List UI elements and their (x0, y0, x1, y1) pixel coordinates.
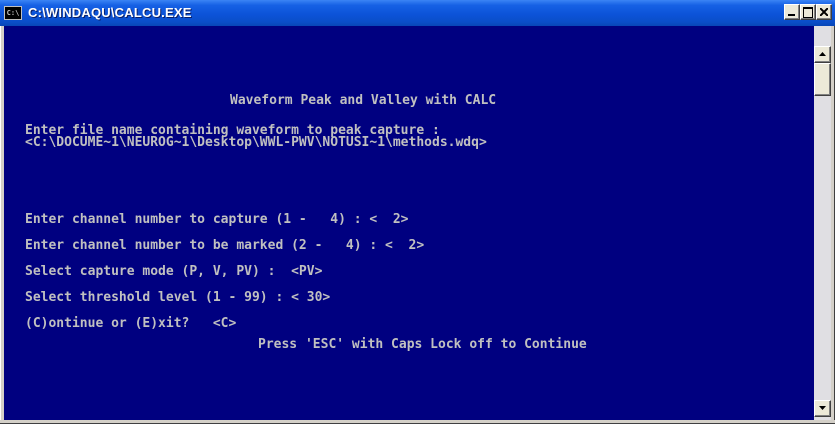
minimize-button[interactable] (784, 4, 800, 20)
threshold-level-prompt: Select threshold level (1 - 99) : < 30> (25, 290, 331, 305)
scroll-up-button[interactable] (814, 46, 831, 63)
arrow-down-icon (819, 406, 826, 410)
maximize-icon (803, 7, 813, 18)
esc-continue-hint: Press 'ESC' with Caps Lock off to Contin… (258, 337, 587, 352)
capture-channel-prompt: Enter channel number to capture (1 - 4) … (25, 212, 409, 227)
console-output[interactable]: Waveform Peak and Valley with CALC Enter… (4, 26, 814, 420)
arrow-up-icon (819, 52, 826, 56)
scroll-thumb[interactable] (814, 63, 831, 96)
title-bar[interactable]: C:\ C:\WINDAQU\CALCU.EXE (0, 0, 835, 26)
maximize-button[interactable] (800, 4, 816, 20)
marked-channel-prompt: Enter channel number to be marked (2 - 4… (25, 238, 425, 253)
console-window-icon[interactable]: C:\ (4, 6, 22, 20)
console-window: C:\ C:\WINDAQU\CALCU.EXE Waveform Peak a… (0, 0, 835, 424)
vertical-scrollbar[interactable] (814, 26, 831, 420)
continue-exit-prompt: (C)ontinue or (E)xit? <C> (25, 316, 237, 331)
close-button[interactable] (816, 4, 832, 20)
window-frame-bottom (0, 420, 835, 424)
capture-mode-prompt: Select capture mode (P, V, PV) : <PV> (25, 264, 323, 279)
scroll-down-button[interactable] (814, 400, 831, 417)
program-heading: Waveform Peak and Valley with CALC (230, 93, 497, 108)
window-title: C:\WINDAQU\CALCU.EXE (28, 5, 192, 20)
close-icon (820, 8, 828, 16)
minimize-icon (788, 14, 795, 16)
file-path-value: <C:\DOCUME~1\NEUROG~1\Desktop\WWL-PWV\NO… (25, 135, 487, 150)
window-frame-right (831, 26, 835, 424)
